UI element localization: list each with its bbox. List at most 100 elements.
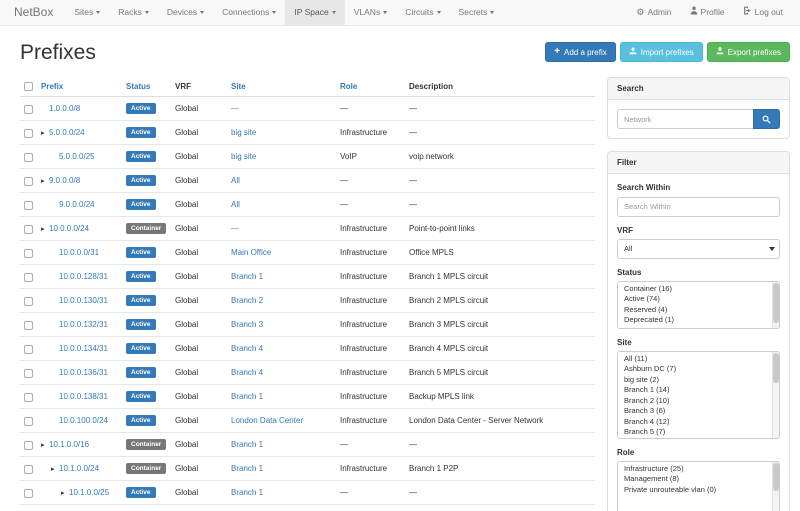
prefix-link[interactable]: 10.0.0.138/31 [59,392,108,401]
navbar-brand[interactable]: NetBox [0,0,65,25]
scrollbar[interactable] [772,282,779,328]
select-option[interactable]: Infrastructure (25) [618,464,769,475]
nav-item-logout[interactable]: Log out [734,0,792,25]
row-checkbox[interactable] [24,225,33,234]
site-listbox[interactable]: All (11)Ashburn DC (7)big site (2)Branch… [617,351,780,439]
nav-item[interactable]: Secrets [450,0,504,25]
status-listbox[interactable]: Container (16)Active (74)Reserved (4)Dep… [617,281,780,329]
search-button[interactable] [753,109,780,129]
prefix-link[interactable]: 10.1.0.0/25 [69,488,109,497]
site-link[interactable]: Main Office [231,248,271,257]
prefix-link[interactable]: 9.0.0.0/8 [49,176,80,185]
select-all-checkbox[interactable] [24,82,33,91]
select-option[interactable]: All (11) [618,354,769,365]
prefix-link[interactable]: 10.0.0.136/31 [59,368,108,377]
prefix-link[interactable]: 10.0.0.134/31 [59,344,108,353]
select-option[interactable]: Container (16) [618,284,769,295]
site-link[interactable]: Branch 1 [231,488,263,497]
prefix-link[interactable]: 10.0.100.0/24 [59,416,108,425]
prefix-link[interactable]: 9.0.0.0/24 [59,200,95,209]
export-prefixes-button[interactable]: Export prefixes [707,42,790,62]
nav-item[interactable]: Racks [109,0,158,25]
row-checkbox[interactable] [24,105,33,114]
prefix-link[interactable]: 10.0.0.0/31 [59,248,99,257]
row-checkbox[interactable] [24,465,33,474]
column-sort-link[interactable]: Role [340,82,357,91]
row-checkbox[interactable] [24,297,33,306]
role-listbox[interactable]: Infrastructure (25)Management (8)Private… [617,461,780,511]
site-link[interactable]: Branch 1 [231,464,263,473]
add-prefix-button[interactable]: + Add a prefix [545,42,616,62]
row-checkbox[interactable] [24,441,33,450]
site-link[interactable]: Branch 4 [231,368,263,377]
row-checkbox[interactable] [24,201,33,210]
vrf-select[interactable]: All [617,239,780,259]
site-link[interactable]: Branch 1 [231,272,263,281]
site-link[interactable]: Branch 1 [231,392,263,401]
row-checkbox[interactable] [24,417,33,426]
nav-item[interactable]: Sites [65,0,109,25]
row-checkbox[interactable] [24,129,33,138]
prefix-link[interactable]: 10.0.0.0/24 [49,224,89,233]
prefix-link[interactable]: 5.0.0.0/24 [49,128,85,137]
site-link[interactable]: Branch 2 [231,296,263,305]
select-option[interactable]: Active (74) [618,294,769,305]
row-checkbox[interactable] [24,369,33,378]
row-checkbox[interactable] [24,393,33,402]
row-checkbox[interactable] [24,321,33,330]
nav-item-profile[interactable]: Profile [681,0,734,25]
expand-caret-icon[interactable]: ▸ [41,441,49,449]
select-option[interactable]: big site (2) [618,375,769,386]
search-within-input[interactable] [617,197,780,217]
site-link[interactable]: All [231,176,240,185]
prefix-link[interactable]: 10.1.0.0/16 [49,440,89,449]
row-checkbox[interactable] [24,249,33,258]
nav-item[interactable]: IP Space [285,0,344,25]
nav-item[interactable]: Circuits [396,0,449,25]
prefix-link[interactable]: 5.0.0.0/25 [59,152,95,161]
search-input[interactable] [617,109,753,129]
select-option[interactable]: Ashburn DC (7) [618,364,769,375]
site-link[interactable]: Branch 1 [231,440,263,449]
select-option[interactable]: Reserved (4) [618,305,769,316]
nav-item[interactable]: Devices [158,0,213,25]
nav-item[interactable]: Connections [213,0,285,25]
row-checkbox[interactable] [24,345,33,354]
select-option[interactable]: Private unrouteable vlan (0) [618,485,769,496]
prefix-link[interactable]: 10.1.0.0/24 [59,464,99,473]
prefix-link[interactable]: 1.0.0.0/8 [49,104,80,113]
select-option[interactable]: Deprecated (1) [618,315,769,326]
site-link[interactable]: big site [231,128,256,137]
scrollbar[interactable] [772,352,779,438]
site-link[interactable]: All [231,200,240,209]
expand-caret-icon[interactable]: ▸ [41,225,49,233]
prefix-link[interactable]: 10.0.0.130/31 [59,296,108,305]
expand-caret-icon[interactable]: ▸ [41,129,49,137]
select-option[interactable]: COLO-1-24 (0) [618,438,769,439]
row-checkbox[interactable] [24,177,33,186]
import-prefixes-button[interactable]: Import prefixes [620,42,703,62]
column-sort-link[interactable]: Status [126,82,150,91]
expand-caret-icon[interactable]: ▸ [51,465,59,473]
select-option[interactable]: Branch 3 (6) [618,406,769,417]
select-option[interactable]: Branch 1 (14) [618,385,769,396]
select-option[interactable]: Branch 2 (10) [618,396,769,407]
site-link[interactable]: Branch 3 [231,320,263,329]
select-option[interactable]: Branch 5 (7) [618,427,769,438]
site-link[interactable]: London Data Center [231,416,303,425]
select-option[interactable]: Branch 4 (12) [618,417,769,428]
prefix-link[interactable]: 10.0.0.128/31 [59,272,108,281]
select-option[interactable]: Management (8) [618,474,769,485]
row-checkbox[interactable] [24,273,33,282]
expand-caret-icon[interactable]: ▸ [41,177,49,185]
site-link[interactable]: Branch 4 [231,344,263,353]
prefix-link[interactable]: 10.0.0.132/31 [59,320,108,329]
expand-caret-icon[interactable]: ▸ [61,489,69,497]
nav-item[interactable]: VLANs [345,0,396,25]
column-sort-link[interactable]: Site [231,82,246,91]
scrollbar[interactable] [772,462,779,511]
row-checkbox[interactable] [24,153,33,162]
row-checkbox[interactable] [24,489,33,498]
nav-item-admin[interactable]: ⚙ Admin [627,0,680,25]
site-link[interactable]: big site [231,152,256,161]
